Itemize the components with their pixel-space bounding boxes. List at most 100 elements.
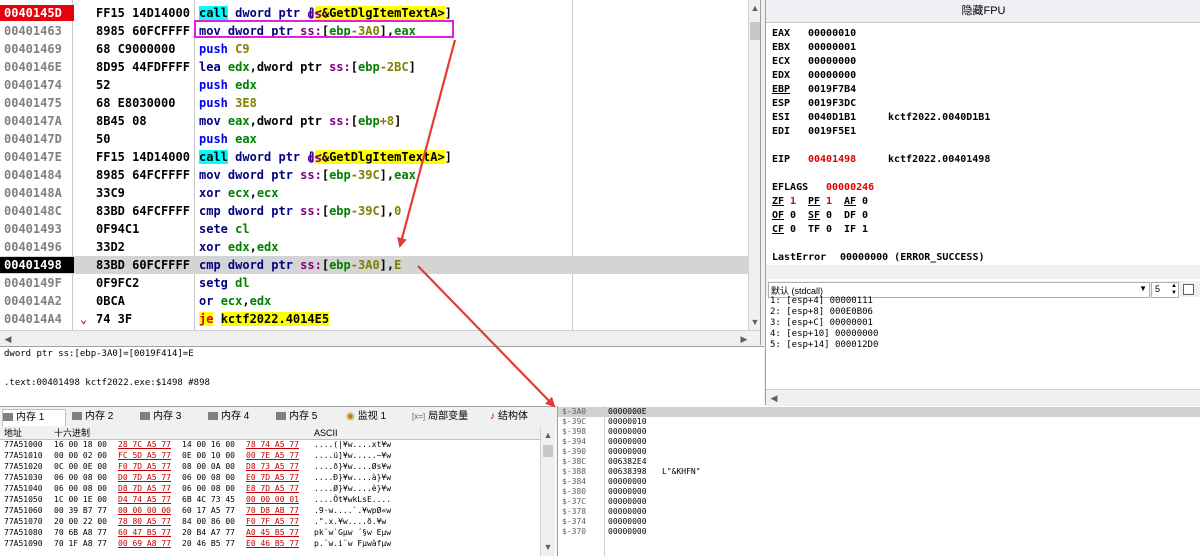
dump-address[interactable]: 77A51040 xyxy=(4,484,43,494)
dump-hex-group[interactable]: 00 00 02 00 xyxy=(54,451,107,461)
stack-row[interactable]: $-374 00000000 xyxy=(558,517,1200,527)
dump-hex-group[interactable]: F0 7F A5 77 xyxy=(246,517,299,527)
stack-row[interactable]: $-398 00000000 xyxy=(558,427,1200,437)
disasm-instruction[interactable]: call dword ptr ds: [<&GetDlgItemTextA>] xyxy=(199,149,452,165)
reg-eax-value[interactable]: 00000010 xyxy=(808,28,856,39)
reg-esi-value[interactable]: 0040D1B1 xyxy=(808,112,856,123)
dump-hex-group[interactable]: 16 00 18 00 xyxy=(54,440,107,450)
lock-checkbox[interactable] xyxy=(1183,284,1194,295)
disasm-instruction[interactable]: setg dl xyxy=(199,275,250,291)
dump-hex-group[interactable]: 60 47 B5 77 xyxy=(118,528,171,538)
disasm-instruction[interactable]: cmp dword ptr ss:[ebp-3A0],E xyxy=(199,257,401,273)
disasm-row[interactable]: 004014A4 ⌄ 74 3F je kctf2022.4014E5 xyxy=(0,310,748,328)
disasm-bytes[interactable]: 50 xyxy=(96,131,194,147)
dump-hex-group[interactable]: 78 80 A5 77 xyxy=(118,517,171,527)
tab-struct[interactable]: ♪ 结构体 xyxy=(490,409,550,425)
dump-address[interactable]: 77A51080 xyxy=(4,528,43,538)
argument-line[interactable]: 5: [esp+14] 000012D0 xyxy=(770,340,878,350)
eflags-value[interactable]: 00000246 xyxy=(826,182,874,193)
dump-hex-group[interactable]: 06 00 08 00 xyxy=(54,484,107,494)
stack-value[interactable]: 00000000 xyxy=(608,427,647,437)
scroll-thumb[interactable] xyxy=(750,22,760,40)
column-header-hex[interactable]: 十六进制 xyxy=(54,427,90,439)
dump-ascii[interactable]: ....ü]¥w.....~¥w xyxy=(314,451,391,461)
dump-hex-group[interactable]: 06 00 08 00 xyxy=(182,484,235,494)
flag-df-value[interactable]: 0 xyxy=(862,210,868,221)
disasm-address[interactable]: 00401498 xyxy=(0,257,74,273)
disasm-row[interactable]: 0040147E FF15 14D14000 call dword ptr ds:[… xyxy=(0,148,748,166)
chevron-down-icon[interactable]: ▼ xyxy=(1139,284,1147,293)
disasm-row[interactable]: 004014A2 0BCA or ecx,edx xyxy=(0,292,748,310)
disasm-row[interactable]: 00401484 8985 64FCFFFF mov dword ptr ss:[e… xyxy=(0,166,748,184)
disasm-instruction[interactable]: mov eax,dword ptr ss:[ebp+8] xyxy=(199,113,401,129)
dump-hex-group[interactable]: D8 7D A5 77 xyxy=(118,484,171,494)
tab-memory-1[interactable]: 内存 1 xyxy=(2,409,66,426)
dump-row[interactable]: 77A51060 00 39 B7 77 00 00 00 00 60 17 A5 7… xyxy=(0,506,540,516)
dump-hex-group[interactable]: 00 00 00 01 xyxy=(246,495,299,505)
dump-hex-group[interactable]: 6B 4C 73 45 xyxy=(182,495,235,505)
disasm-bytes[interactable]: 0BCA xyxy=(96,293,194,309)
dump-row[interactable]: 77A51090 70 1F A8 77 00 69 A8 77 20 46 B5 7… xyxy=(0,539,540,549)
panel-splitter[interactable] xyxy=(766,265,1200,279)
disasm-bytes[interactable]: 68 E8030000 xyxy=(96,95,194,111)
dump-hex-group[interactable]: E0 46 B5 77 xyxy=(246,539,299,549)
dump-hex-group[interactable]: E0 7D A5 77 xyxy=(246,473,299,483)
stack-value[interactable]: 00000000 xyxy=(608,477,647,487)
spinner-arrows-icon[interactable]: ▲ ▼ xyxy=(1171,283,1177,297)
disasm-address[interactable]: 0040149F xyxy=(4,275,70,291)
dump-hex-group[interactable]: 00 39 B7 77 xyxy=(54,506,107,516)
disasm-instruction[interactable]: xor ecx,ecx xyxy=(199,185,279,201)
dump-hex-group[interactable]: 00 69 A8 77 xyxy=(118,539,171,549)
dump-hex-group[interactable]: 06 00 08 00 xyxy=(54,473,107,483)
stack-value[interactable]: 006382E4 xyxy=(608,457,647,467)
disasm-bytes[interactable]: 83BD 64FCFFFF xyxy=(96,203,194,219)
column-header-ascii[interactable]: ASCII xyxy=(314,427,338,439)
disasm-address[interactable]: 00401469 xyxy=(4,41,70,57)
disasm-instruction[interactable]: cmp dword ptr ss:[ebp-39C],0 xyxy=(199,203,401,219)
dump-hex-group[interactable]: A0 45 B5 77 xyxy=(246,528,299,538)
disasm-bytes[interactable]: 0F9FC2 xyxy=(96,275,194,291)
stack-row[interactable]: $-380 00000000 xyxy=(558,487,1200,497)
disasm-address[interactable]: 004014A4 xyxy=(4,311,70,327)
hide-fpu-button[interactable]: 隐藏FPU xyxy=(766,0,1200,23)
dump-hex-group[interactable]: 20 B4 A7 77 xyxy=(182,528,235,538)
dump-ascii[interactable]: ....Ôt¥wkLsE.... xyxy=(314,495,391,505)
disassembly-view[interactable]: 0040145D FF15 14D14000 call dword ptr ds:[… xyxy=(0,0,761,345)
disasm-address[interactable]: 004014A2 xyxy=(4,293,70,309)
tab-watch-1[interactable]: ◉ 监视 1 xyxy=(346,409,404,425)
disasm-address[interactable]: 00401496 xyxy=(4,239,70,255)
dump-hex-group[interactable]: 84 00 86 00 xyxy=(182,517,235,527)
dump-hex-group[interactable]: FC 5D A5 77 xyxy=(118,451,171,461)
reg-edx-value[interactable]: 00000000 xyxy=(808,70,856,81)
dump-vertical-scrollbar[interactable]: ▲ ▼ xyxy=(540,427,555,556)
disasm-address[interactable]: 0040148A xyxy=(4,185,70,201)
dump-hex-group[interactable]: 28 7C A5 77 xyxy=(118,440,171,450)
stack-value[interactable]: 00000010 xyxy=(608,417,647,427)
disasm-bytes[interactable]: 83BD 60FCFFFF xyxy=(96,257,194,273)
stack-value[interactable]: 00000000 xyxy=(608,517,647,527)
stack-row[interactable]: $-370 00000000 xyxy=(558,527,1200,537)
flag-of-value[interactable]: 0 xyxy=(790,210,796,221)
dump-hex-group[interactable]: 20 00 22 00 xyxy=(54,517,107,527)
memory-dump-view[interactable]: 地址 十六进制 ASCII 77A51000 16 00 18 00 28 7C A… xyxy=(0,427,556,556)
disasm-row[interactable]: 00401474 52 push edx xyxy=(0,76,748,94)
flag-pf-value[interactable]: 1 xyxy=(826,196,832,207)
flag-af-value[interactable]: 0 xyxy=(862,196,868,207)
dump-address[interactable]: 77A51070 xyxy=(4,517,43,527)
disasm-instruction[interactable]: je kctf2022.4014E5 xyxy=(199,311,330,327)
dump-ascii[interactable]: p.¨w.i¨w Fµwàfµw xyxy=(314,539,391,549)
stack-row[interactable]: $-390 00000000 xyxy=(558,447,1200,457)
reg-ebx-value[interactable]: 00000001 xyxy=(808,42,856,53)
registers-panel[interactable]: 隐藏FPU EAX 00000010 EBX 00000001 ECX 0000… xyxy=(765,0,1200,265)
reg-ebp-value[interactable]: 0019F7B4 xyxy=(808,84,856,95)
dump-address[interactable]: 77A51090 xyxy=(4,539,43,549)
dump-address[interactable]: 77A51020 xyxy=(4,462,43,472)
arguments-panel[interactable]: 默认 (stdcall) ▼ 5 ▲ ▼ 1: [esp+4] 00000111 … xyxy=(765,265,1200,406)
disasm-row[interactable]: 0040148C 83BD 64FCFFFF cmp dword ptr ss:[e… xyxy=(0,202,748,220)
disasm-instruction[interactable]: xor edx,edx xyxy=(199,239,279,255)
scroll-down-icon[interactable]: ▼ xyxy=(747,314,760,330)
scroll-up-icon[interactable]: ▲ xyxy=(540,427,556,443)
dump-ascii[interactable]: pk¨w`Gµw ´§w Eµw xyxy=(314,528,391,538)
dump-address[interactable]: 77A51060 xyxy=(4,506,43,516)
argument-line[interactable]: 3: [esp+C] 00000001 xyxy=(770,318,873,328)
